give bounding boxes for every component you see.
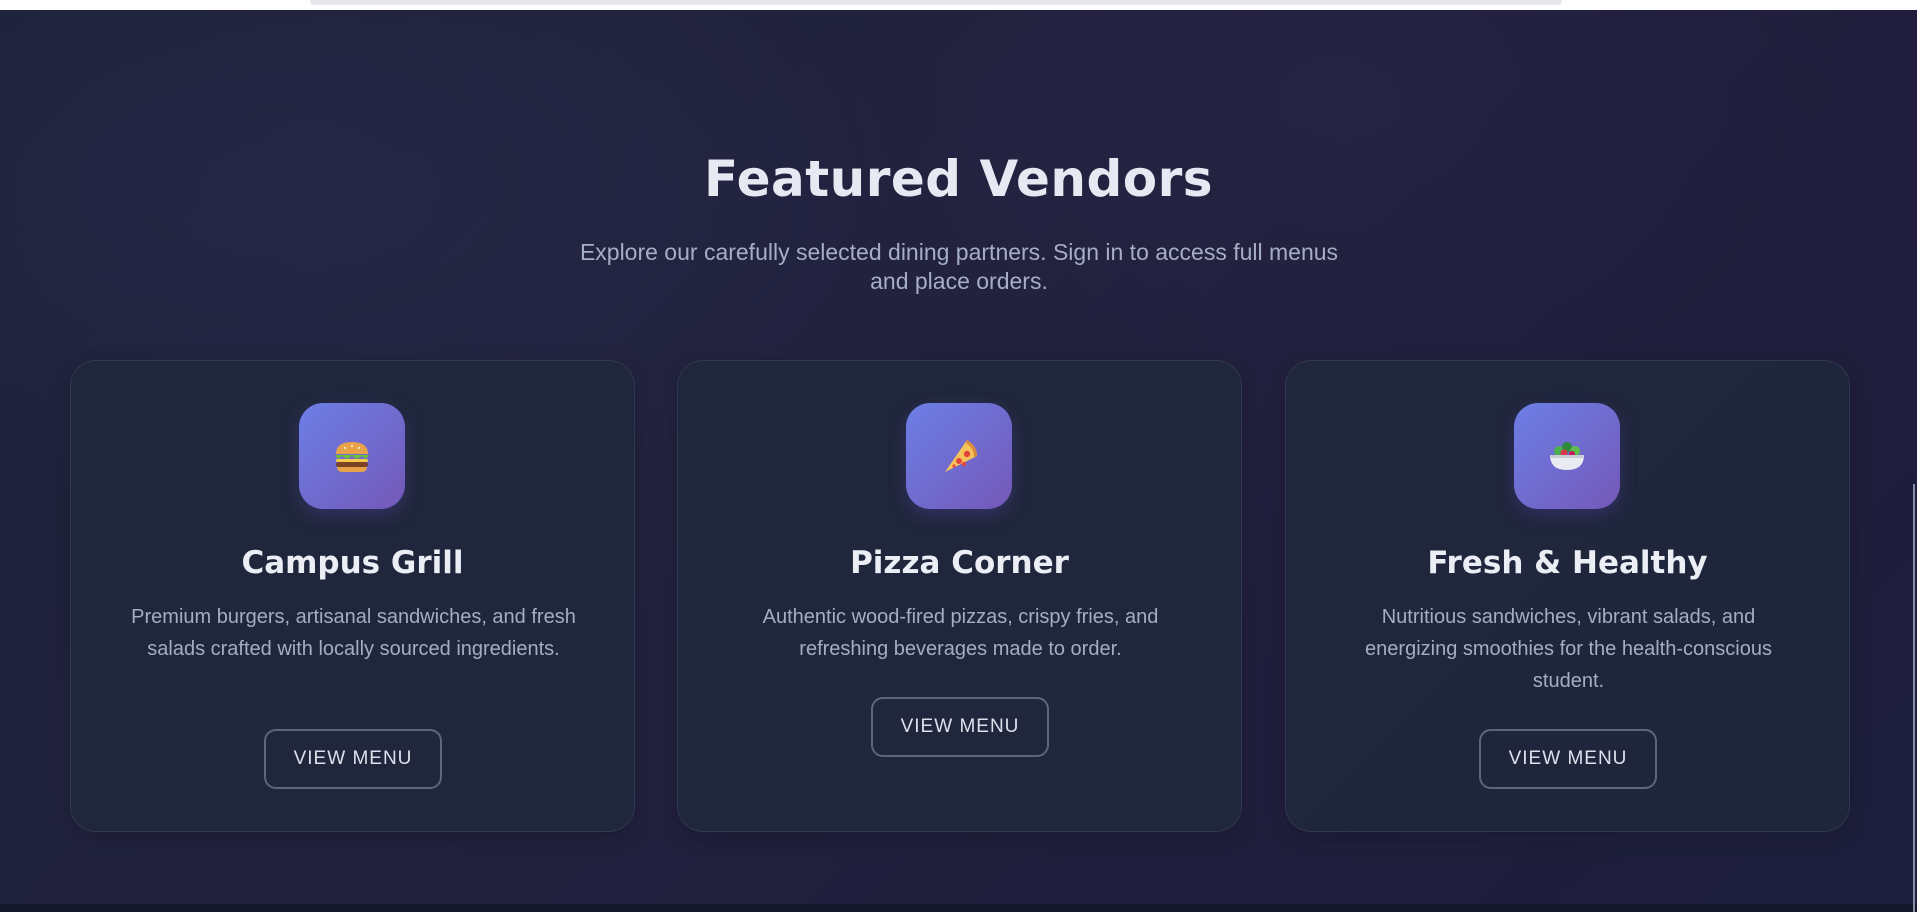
- section-subtitle: Explore our carefully selected dining pa…: [579, 239, 1339, 294]
- scrollbar[interactable]: [1913, 484, 1915, 912]
- pizza-icon: [906, 403, 1012, 509]
- view-menu-button[interactable]: VIEW MENU: [1479, 729, 1657, 789]
- salad-icon: [1514, 403, 1620, 509]
- vendor-name: Campus Grill: [241, 545, 464, 581]
- burger-icon: [299, 403, 405, 509]
- vendor-description: Premium burgers, artisanal sandwiches, a…: [131, 606, 576, 660]
- view-menu-button[interactable]: VIEW MENU: [871, 697, 1049, 757]
- section-title: Featured Vendors: [703, 150, 1214, 208]
- page: Featured Vendors Explore our carefully s…: [0, 0, 1917, 912]
- vendor-description: Nutritious sandwiches, vibrant salads, a…: [1365, 606, 1772, 692]
- vendor-card-campus-grill: Campus Grill Premium burgers, artisanal …: [70, 360, 635, 832]
- vendor-description: Authentic wood-fired pizzas, crispy frie…: [762, 606, 1159, 660]
- view-menu-button[interactable]: VIEW MENU: [264, 729, 442, 789]
- top-strip-bar: [310, 0, 1562, 5]
- top-browser-strip: [0, 0, 1917, 10]
- page-footer-edge: [0, 904, 1917, 912]
- vendor-card-fresh-healthy: Fresh & Healthy Nutritious sandwiches, v…: [1285, 360, 1850, 832]
- vendor-name: Pizza Corner: [850, 545, 1069, 581]
- vendor-card-pizza-corner: Pizza Corner Authentic wood-fired pizzas…: [677, 360, 1242, 832]
- vendor-name: Fresh & Healthy: [1427, 545, 1708, 581]
